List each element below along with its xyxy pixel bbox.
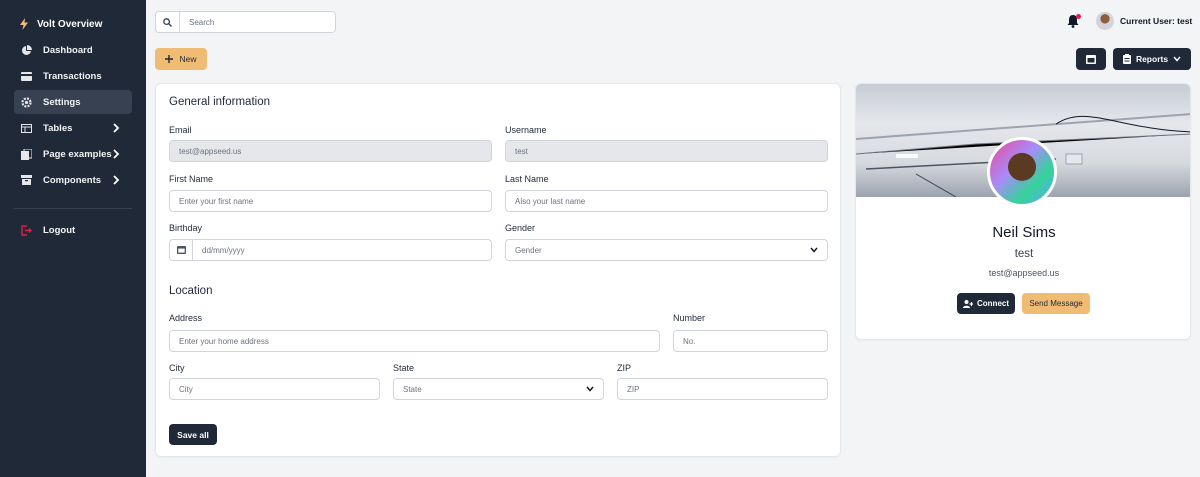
sidebar-item-dashboard[interactable]: Dashboard: [14, 38, 132, 62]
city-field[interactable]: City: [169, 378, 380, 400]
email-label: Email: [169, 125, 192, 135]
plus-icon: [165, 55, 174, 63]
email-field[interactable]: test@appseed.us: [169, 140, 492, 162]
current-user-label: Current User: test: [1120, 16, 1193, 26]
connect-button-label: Connect: [977, 299, 1009, 308]
profile-name: Neil Sims: [992, 224, 1056, 241]
sidebar-item-settings[interactable]: Settings: [14, 90, 132, 114]
gender-label: Gender: [505, 223, 536, 233]
sidebar-item-label: Logout: [43, 224, 76, 236]
brand-title: Volt Overview: [37, 18, 103, 30]
city-label: City: [169, 363, 185, 373]
brand[interactable]: Volt Overview: [20, 16, 102, 32]
birthday-label: Birthday: [169, 223, 203, 233]
sidebar-item-transactions[interactable]: Transactions: [14, 64, 132, 88]
reports-button-label: Reports: [1135, 54, 1169, 64]
pie-chart-icon: [20, 44, 32, 56]
new-button[interactable]: New: [155, 48, 207, 70]
sidebar-item-label: Settings: [43, 96, 81, 108]
username-field[interactable]: test: [505, 140, 828, 162]
birthday-placeholder: dd/mm/yyyy: [202, 245, 245, 255]
profile-avatar: [987, 137, 1057, 207]
send-message-button[interactable]: Send Message: [1022, 293, 1090, 314]
state-selected: State: [403, 384, 422, 394]
reports-button[interactable]: Reports: [1113, 48, 1191, 70]
pages-icon: [20, 148, 32, 160]
sidebar-item-label: Components: [43, 174, 102, 186]
sidebar-item-label: Tables: [43, 122, 73, 134]
chevron-right-icon: [113, 123, 120, 133]
credit-card-icon: [20, 70, 32, 82]
archive-icon: [20, 174, 32, 186]
address-label: Address: [169, 313, 203, 323]
chevron-right-icon: [113, 149, 120, 159]
last-name-field[interactable]: Also your last name: [505, 190, 828, 212]
new-button-label: New: [179, 54, 197, 64]
chevron-down-icon: [1173, 56, 1181, 62]
chevron-down-icon: [810, 247, 818, 253]
sidebar-item-tables[interactable]: Tables: [14, 116, 132, 140]
notifications-bell[interactable]: [1067, 14, 1081, 29]
table-icon: [20, 122, 32, 134]
calendar-icon: [1086, 54, 1096, 64]
state-select[interactable]: State: [393, 378, 604, 400]
number-field[interactable]: No.: [673, 330, 828, 352]
profile-username: test: [1014, 248, 1034, 260]
calendar-icon: [170, 240, 193, 260]
username-label: Username: [505, 125, 547, 135]
address-field[interactable]: Enter your home address: [169, 330, 660, 352]
zip-field[interactable]: ZIP: [617, 378, 828, 400]
lightning-icon: [20, 18, 28, 30]
chevron-down-icon: [586, 386, 594, 392]
chevron-right-icon: [113, 175, 120, 185]
sidebar-item-page-examples[interactable]: Page examples: [14, 142, 132, 166]
section-title-general: General information: [169, 96, 270, 108]
connect-button[interactable]: Connect: [957, 293, 1015, 314]
sidebar: Volt Overview Dashboard Transactions Set…: [0, 0, 146, 477]
first-name-label: First Name: [169, 174, 214, 184]
user-menu[interactable]: Current User: test: [1096, 12, 1192, 30]
sidebar-item-label: Dashboard: [43, 44, 93, 56]
gender-selected: Gender: [515, 245, 542, 255]
calendar-button[interactable]: [1076, 48, 1106, 70]
gear-icon: [20, 96, 32, 108]
sidebar-item-label: Page examples: [43, 148, 112, 160]
avatar: [1096, 12, 1114, 30]
logout-icon: [20, 224, 32, 236]
number-label: Number: [673, 313, 706, 323]
sidebar-item-components[interactable]: Components: [14, 168, 132, 192]
state-label: State: [393, 363, 415, 373]
sidebar-divider: [14, 208, 132, 209]
profile-card: Neil Sims test test@appseed.us Connect S…: [855, 83, 1191, 340]
zip-label: ZIP: [617, 363, 632, 373]
last-name-label: Last Name: [505, 174, 549, 184]
sidebar-item-label: Transactions: [43, 70, 102, 82]
search-box: [155, 11, 336, 33]
gender-select[interactable]: Gender: [505, 239, 828, 261]
clipboard-icon: [1122, 54, 1131, 64]
general-information-card: General information Email test@appseed.u…: [155, 83, 841, 457]
profile-email: test@appseed.us: [988, 268, 1060, 278]
birthday-field[interactable]: dd/mm/yyyy: [169, 239, 492, 261]
first-name-field[interactable]: Enter your first name: [169, 190, 492, 212]
section-title-location: Location: [169, 285, 213, 297]
search-icon[interactable]: [156, 12, 180, 32]
search-input[interactable]: [180, 12, 335, 32]
user-plus-icon: [963, 299, 973, 308]
sidebar-item-logout[interactable]: Logout: [14, 218, 132, 242]
save-all-button[interactable]: Save all: [169, 424, 217, 445]
notification-dot: [1076, 14, 1081, 19]
